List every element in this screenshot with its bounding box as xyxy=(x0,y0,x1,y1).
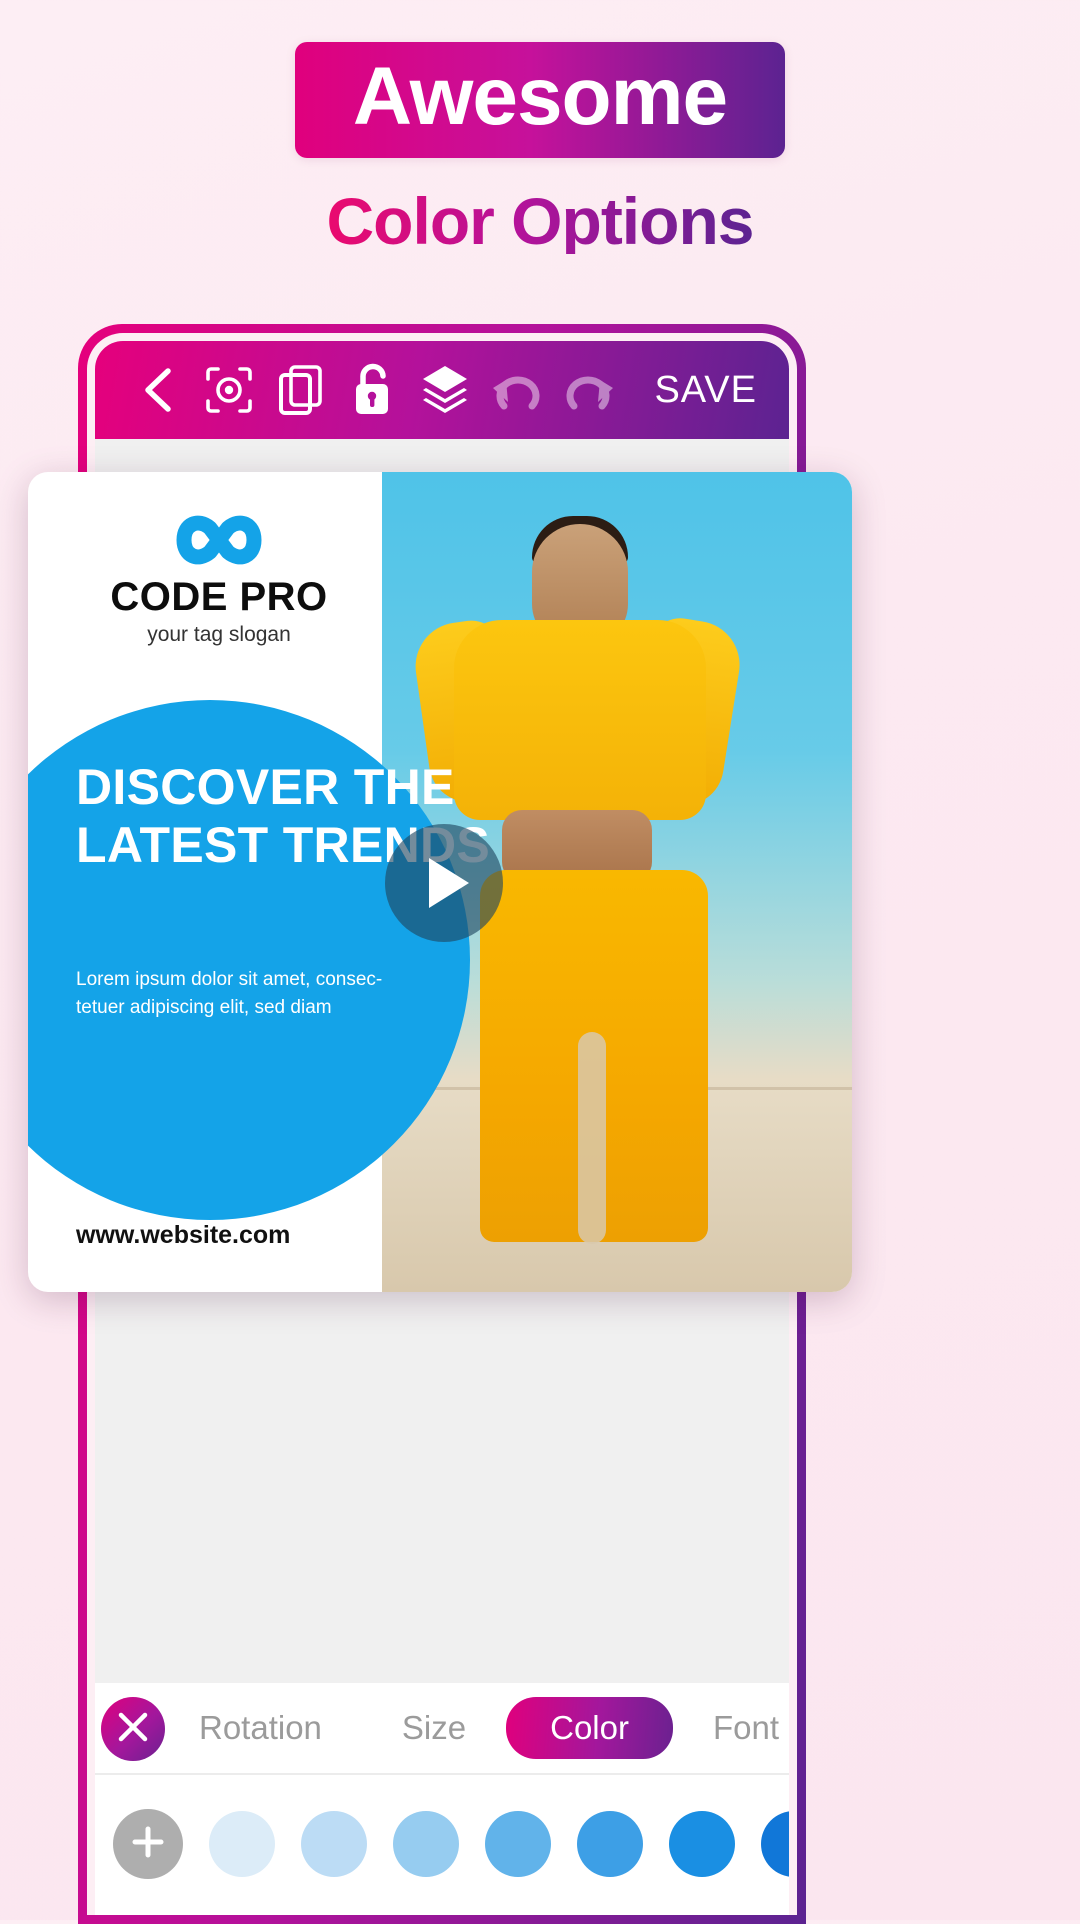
back-chevron-icon xyxy=(140,367,174,413)
duplicate-button[interactable] xyxy=(265,354,337,426)
tab-rotation[interactable]: Rotation xyxy=(159,1699,362,1757)
design-body-text: Lorem ipsum dolor sit amet, consec-tetue… xyxy=(76,969,383,1018)
layers-icon xyxy=(420,364,470,416)
plus-icon xyxy=(128,1822,168,1867)
app-toolbar: SAVE xyxy=(95,341,789,439)
undo-button[interactable] xyxy=(481,354,553,426)
infinity-icon xyxy=(84,508,354,572)
play-button[interactable] xyxy=(385,824,503,942)
promo-badge: Awesome xyxy=(294,42,786,158)
save-button[interactable]: SAVE xyxy=(654,369,763,412)
color-swatch[interactable] xyxy=(209,1811,275,1877)
color-swatch[interactable] xyxy=(577,1811,643,1877)
promo-header: Awesome Color Options xyxy=(0,0,1080,300)
close-button[interactable] xyxy=(101,1697,165,1761)
preview-button[interactable] xyxy=(193,354,265,426)
undo-icon xyxy=(488,368,546,412)
tab-font[interactable]: Font xyxy=(673,1699,789,1757)
redo-icon xyxy=(560,368,618,412)
close-x-icon xyxy=(116,1710,150,1749)
color-swatch[interactable] xyxy=(301,1811,367,1877)
unlock-icon xyxy=(351,363,395,417)
color-swatch[interactable] xyxy=(485,1811,551,1877)
lock-button[interactable] xyxy=(337,354,409,426)
tab-color[interactable]: Color xyxy=(506,1697,673,1759)
brand-name: CODE PRO xyxy=(110,575,328,619)
design-url: www.website.com xyxy=(76,1221,291,1249)
color-swatch[interactable] xyxy=(393,1811,459,1877)
redo-button[interactable] xyxy=(553,354,625,426)
editor-panel: Rotation Size Color Font Shadow xyxy=(95,1683,789,1915)
duplicate-icon xyxy=(278,364,324,416)
back-button[interactable] xyxy=(121,354,193,426)
layers-button[interactable] xyxy=(409,354,481,426)
color-swatch[interactable] xyxy=(761,1811,789,1877)
tab-list: Rotation Size Color Font Shadow xyxy=(159,1697,789,1759)
promo-badge-text: Awesome xyxy=(352,51,728,142)
add-color-button[interactable] xyxy=(113,1809,183,1879)
model-leg-gap xyxy=(578,1032,606,1244)
tab-size[interactable]: Size xyxy=(362,1699,506,1757)
brand-tagline: your tag slogan xyxy=(147,623,291,646)
color-swatch[interactable] xyxy=(669,1811,735,1877)
preview-eye-icon xyxy=(204,365,254,415)
design-preview-card[interactable]: CODE PRO your tag slogan DISCOVER THE LA… xyxy=(28,472,852,1292)
editor-tabs: Rotation Size Color Font Shadow xyxy=(95,1683,789,1775)
play-icon xyxy=(429,858,469,908)
promo-subtitle: Color Options xyxy=(326,184,755,258)
brand-logo-block: CODE PRO your tag slogan xyxy=(84,508,354,647)
color-swatch-row xyxy=(95,1775,789,1913)
